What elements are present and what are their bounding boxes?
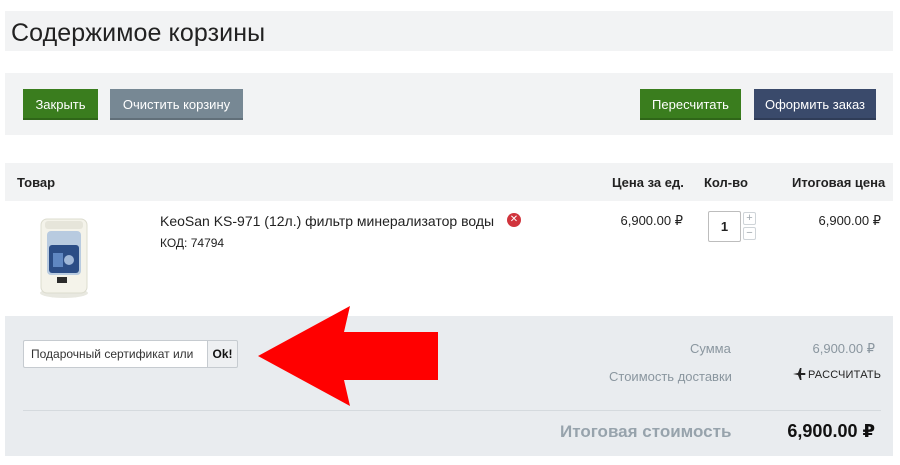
checkout-button[interactable]: Оформить заказ — [754, 89, 876, 120]
calculate-delivery-link[interactable]: РАССЧИТАТЬ — [808, 369, 881, 381]
unit-price: 6,900.00 ₽ — [620, 213, 684, 228]
clear-cart-button[interactable]: Очистить корзину — [110, 89, 243, 120]
header-unit-price: Цена за ед. — [612, 175, 684, 190]
cart-toolbar: Закрыть Очистить корзину Пересчитать Офо… — [5, 73, 893, 135]
sum-label: Сумма — [690, 341, 731, 356]
quantity-input[interactable]: 1 — [708, 211, 741, 242]
coupon-apply-button[interactable]: Ok! — [207, 340, 238, 368]
minus-icon[interactable]: − — [743, 227, 756, 240]
product-image[interactable] — [29, 213, 99, 300]
item-total-price: 6,900.00 ₽ — [818, 213, 882, 228]
grand-total-label: Итоговая стоимость — [560, 422, 732, 441]
table-header: Товар Цена за ед. Кол-во Итоговая цена — [5, 163, 893, 201]
plus-icon[interactable]: + — [743, 212, 756, 225]
header-quantity: Кол-во — [704, 175, 748, 190]
cart-summary: Подарочный сертификат или Ok! Сумма 6,90… — [5, 316, 893, 456]
recalculate-button[interactable]: Пересчитать — [640, 89, 741, 120]
red-arrow-annotation — [258, 306, 438, 406]
close-button[interactable]: Закрыть — [23, 89, 98, 120]
delivery-label: Стоимость доставки — [609, 369, 732, 384]
coupon-input[interactable]: Подарочный сертификат или — [23, 340, 208, 368]
product-code: КОД: 74794 — [160, 236, 225, 250]
page-header: Содержимое корзины — [5, 11, 893, 51]
product-name-link[interactable]: KeoSan KS-971 (12л.) фильтр минерализато… — [160, 213, 494, 229]
remove-icon[interactable]: ✕ — [507, 213, 521, 227]
table-row: KeoSan KS-971 (12л.) фильтр минерализато… — [5, 201, 893, 316]
page-title: Содержимое корзины — [11, 19, 266, 47]
grand-total-value: 6,900.00 ₽ — [787, 421, 875, 441]
plane-icon — [793, 368, 806, 380]
divider — [23, 410, 881, 411]
header-total-price: Итоговая цена — [792, 175, 886, 190]
header-product: Товар — [17, 175, 56, 190]
sum-value: 6,900.00 ₽ — [812, 341, 876, 356]
